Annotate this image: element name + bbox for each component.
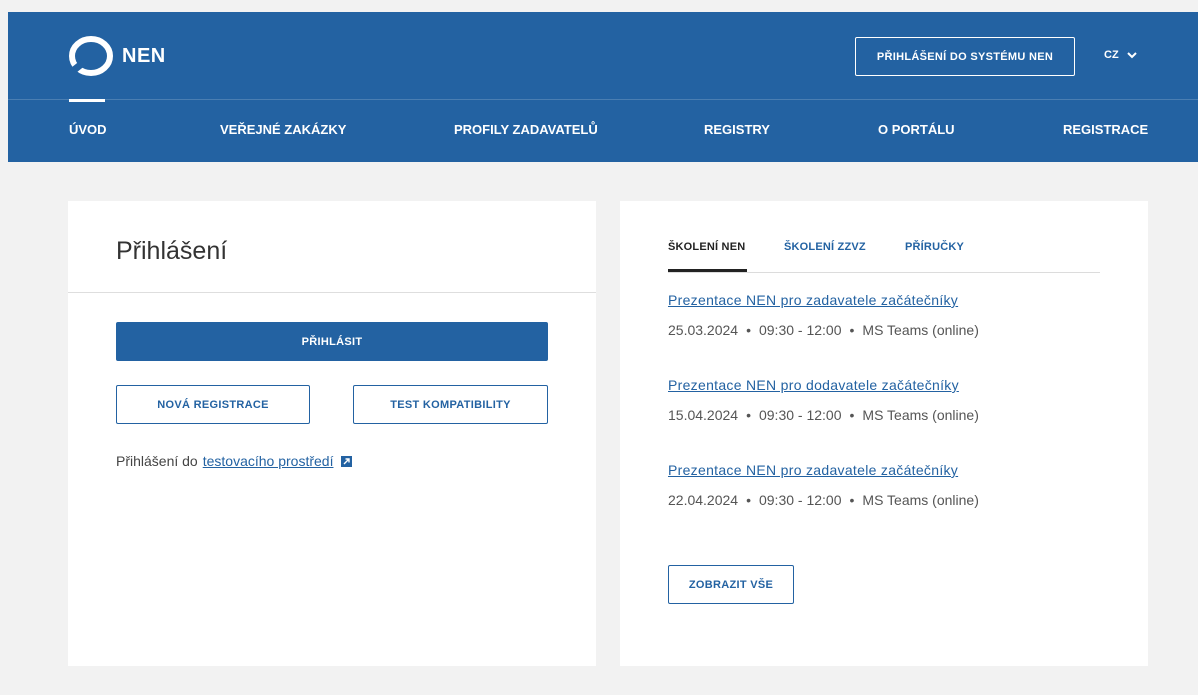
- nav-item-registrace[interactable]: REGISTRACE: [1063, 100, 1148, 162]
- nav-item-uvod[interactable]: ÚVOD: [69, 99, 107, 162]
- training-event-title[interactable]: Prezentace NEN pro dodavatele začátečník…: [668, 377, 979, 393]
- event-date: 25.03.2024: [668, 322, 739, 338]
- event-time: 09:30 - 12:00: [758, 492, 842, 508]
- nav-item-registry[interactable]: REGISTRY: [704, 100, 770, 162]
- event-date: 22.04.2024: [668, 492, 739, 508]
- nen-logo-icon: [69, 36, 113, 76]
- tab-skoleni-nen[interactable]: ŠKOLENÍ NEN: [668, 241, 748, 272]
- training-event-title[interactable]: Prezentace NEN pro zadavatele začátečník…: [668, 462, 979, 478]
- test-env-prefix: Přihlášení do: [116, 453, 198, 469]
- event-date: 15.04.2024: [668, 407, 739, 423]
- event-time: 09:30 - 12:00: [758, 322, 842, 338]
- event-place: MS Teams (online): [862, 322, 979, 338]
- training-event-meta: 25.03.2024 • 09:30 - 12:00 • MS Teams (onlin…: [668, 322, 979, 338]
- new-registration-button[interactable]: NOVÁ REGISTRACE: [116, 385, 310, 424]
- training-event-title[interactable]: Prezentace NEN pro zadavatele začátečník…: [668, 292, 979, 308]
- external-link-icon[interactable]: [341, 455, 353, 467]
- event-place: MS Teams (online): [862, 407, 979, 423]
- system-login-button[interactable]: PŘIHLÁŠENÍ DO SYSTÉMU NEN: [855, 37, 1075, 76]
- login-button[interactable]: PŘIHLÁSIT: [116, 322, 548, 361]
- training-event: Prezentace NEN pro dodavatele začátečník…: [668, 377, 979, 423]
- chevron-down-icon: [1126, 51, 1137, 58]
- site-header: NEN PŘIHLÁŠENÍ DO SYSTÉMU NEN CZ ÚVOD VE…: [8, 12, 1198, 162]
- test-environment-link[interactable]: testovacího prostředí: [203, 453, 334, 469]
- separator-dot: •: [746, 407, 751, 423]
- event-place: MS Teams (online): [862, 492, 979, 508]
- separator-dot: •: [746, 492, 751, 508]
- login-card-title: Přihlášení: [116, 237, 228, 265]
- training-event: Prezentace NEN pro zadavatele začátečník…: [668, 462, 979, 508]
- tab-prirucky[interactable]: PŘÍRUČKY: [905, 241, 964, 253]
- separator-dot: •: [849, 322, 855, 338]
- separator-dot: •: [849, 407, 855, 423]
- page: NEN PŘIHLÁŠENÍ DO SYSTÉMU NEN CZ ÚVOD VE…: [8, 12, 1198, 695]
- login-card-divider: [68, 292, 596, 293]
- separator-dot: •: [849, 492, 855, 508]
- compatibility-test-button[interactable]: TEST KOMPATIBILITY: [353, 385, 548, 424]
- show-all-button[interactable]: ZOBRAZIT VŠE: [668, 565, 794, 604]
- main-nav: ÚVOD VEŘEJNÉ ZAKÁZKY PROFILY ZADAVATELŮ …: [8, 99, 1198, 162]
- language-selector[interactable]: CZ: [1104, 49, 1137, 61]
- training-card: ŠKOLENÍ NEN ŠKOLENÍ ZZVZ PŘÍRUČKY Prezen…: [620, 201, 1148, 666]
- login-card: Přihlášení PŘIHLÁSIT NOVÁ REGISTRACE TES…: [68, 201, 596, 666]
- nav-item-o-portalu[interactable]: O PORTÁLU: [878, 100, 955, 162]
- nav-item-verejne-zakazky[interactable]: VEŘEJNÉ ZAKÁZKY: [220, 100, 346, 162]
- site-logo[interactable]: NEN: [68, 36, 166, 76]
- training-event-meta: 15.04.2024 • 09:30 - 12:00 • MS Teams (onlin…: [668, 407, 979, 423]
- test-environment-line: Přihlášení do testovacího prostředí: [116, 453, 353, 469]
- logo-text: NEN: [122, 44, 166, 67]
- nav-item-profily-zadavatelu[interactable]: PROFILY ZADAVATELŮ: [454, 100, 598, 162]
- training-event: Prezentace NEN pro zadavatele začátečník…: [668, 292, 979, 338]
- separator-dot: •: [746, 322, 751, 338]
- tab-skoleni-zzvz[interactable]: ŠKOLENÍ ZZVZ: [784, 241, 866, 253]
- event-time: 09:30 - 12:00: [758, 407, 842, 423]
- training-event-meta: 22.04.2024 • 09:30 - 12:00 • MS Teams (onlin…: [668, 492, 979, 508]
- training-tabs: ŠKOLENÍ NEN ŠKOLENÍ ZZVZ PŘÍRUČKY: [668, 241, 1100, 273]
- language-label: CZ: [1104, 49, 1119, 61]
